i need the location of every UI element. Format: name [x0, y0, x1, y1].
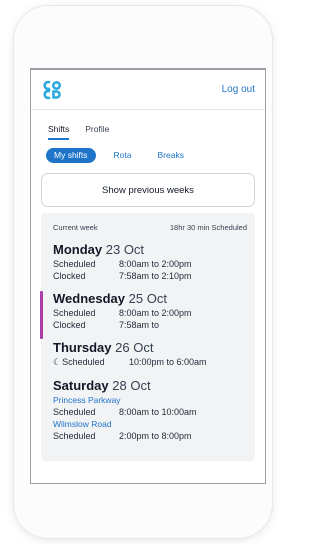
day-name: Wednesday	[53, 291, 126, 306]
shift-row: Clocked 7:58am to 2:10pm	[53, 271, 245, 281]
coop-logo-icon	[43, 80, 62, 99]
row-key: Scheduled	[53, 431, 96, 441]
logout-link[interactable]: Log out	[222, 84, 255, 95]
shift-row: Scheduled 2:00pm to 8:00pm	[53, 431, 245, 441]
subnav-breaks[interactable]: Breaks	[150, 148, 192, 163]
week-summary: 18hr 30 min Scheduled	[169, 223, 247, 232]
tab-shifts[interactable]: Shifts	[48, 124, 70, 140]
day-name: Saturday	[53, 378, 109, 393]
row-key: Scheduled	[53, 407, 96, 417]
day-title: Monday 23 Oct	[53, 242, 245, 257]
top-bar: Log out	[31, 70, 265, 110]
day-title: Wednesday 25 Oct	[53, 291, 245, 306]
row-value: 10:00pm to 6:00am	[129, 357, 207, 367]
row-key: Scheduled	[53, 308, 96, 318]
tab-profile[interactable]: Profile	[85, 124, 109, 140]
shift-row: Scheduled 8:00am to 2:00pm	[53, 308, 245, 318]
day-date: 26 Oct	[115, 340, 154, 355]
location-link[interactable]: Wilmslow Road	[53, 419, 245, 429]
row-key: Scheduled	[53, 259, 96, 269]
shift-row: Clocked 7:58am to	[53, 320, 245, 330]
show-previous-weeks-button[interactable]: Show previous weeks	[41, 173, 255, 207]
day-card-saturday[interactable]: Saturday 28 Oct Princess Parkway Schedul…	[41, 368, 255, 441]
day-card-wednesday[interactable]: Wednesday 25 Oct Scheduled 8:00am to 2:0…	[40, 281, 255, 339]
moon-icon: ☾	[53, 357, 62, 367]
row-value: 8:00am to 2:00pm	[119, 259, 192, 269]
row-key: Clocked	[53, 271, 86, 281]
shift-row: Scheduled 8:00am to 10:00am	[53, 407, 245, 417]
subnav-rota[interactable]: Rota	[106, 148, 140, 163]
shift-row: ☾Scheduled 10:00pm to 6:00am	[53, 357, 245, 368]
row-value: 2:00pm to 8:00pm	[119, 431, 192, 441]
day-name: Thursday	[53, 340, 112, 355]
location-link[interactable]: Princess Parkway	[53, 395, 245, 405]
day-date: 23 Oct	[105, 242, 145, 257]
day-card-thursday[interactable]: Thursday 26 Oct ☾Scheduled 10:00pm to 6:…	[41, 330, 255, 368]
day-title: Thursday 26 Oct	[53, 340, 245, 355]
row-value: 8:00am to 2:00pm	[119, 308, 192, 318]
week-label: Current week	[53, 223, 98, 232]
day-title: Saturday 28 Oct	[53, 378, 245, 393]
current-week-panel: Current week 18hr 30 min Scheduled Monda…	[40, 213, 255, 461]
shift-row: Scheduled 8:00am to 2:00pm	[53, 259, 245, 269]
row-value: 8:00am to 10:00am	[119, 407, 197, 417]
week-header: Current week 18hr 30 min Scheduled	[41, 213, 255, 232]
row-key: Clocked	[53, 320, 86, 330]
row-value: 7:58am to 2:10pm	[119, 271, 192, 281]
shift-subnav: My shifts Rota Breaks	[31, 140, 265, 163]
day-date: 28 Oct	[112, 378, 151, 393]
day-card-monday[interactable]: Monday 23 Oct Scheduled 8:00am to 2:00pm…	[41, 232, 255, 281]
subnav-my-shifts[interactable]: My shifts	[46, 148, 96, 163]
row-key: Scheduled	[62, 357, 105, 367]
row-key-wrap: ☾Scheduled	[53, 357, 129, 368]
main-tabs: Shifts Profile	[31, 110, 265, 140]
app-screen: Log out Shifts Profile My shifts Rota Br…	[30, 68, 266, 484]
day-date: 25 Oct	[128, 291, 167, 306]
row-value: 7:58am to	[119, 320, 160, 330]
day-name: Monday	[53, 242, 103, 257]
